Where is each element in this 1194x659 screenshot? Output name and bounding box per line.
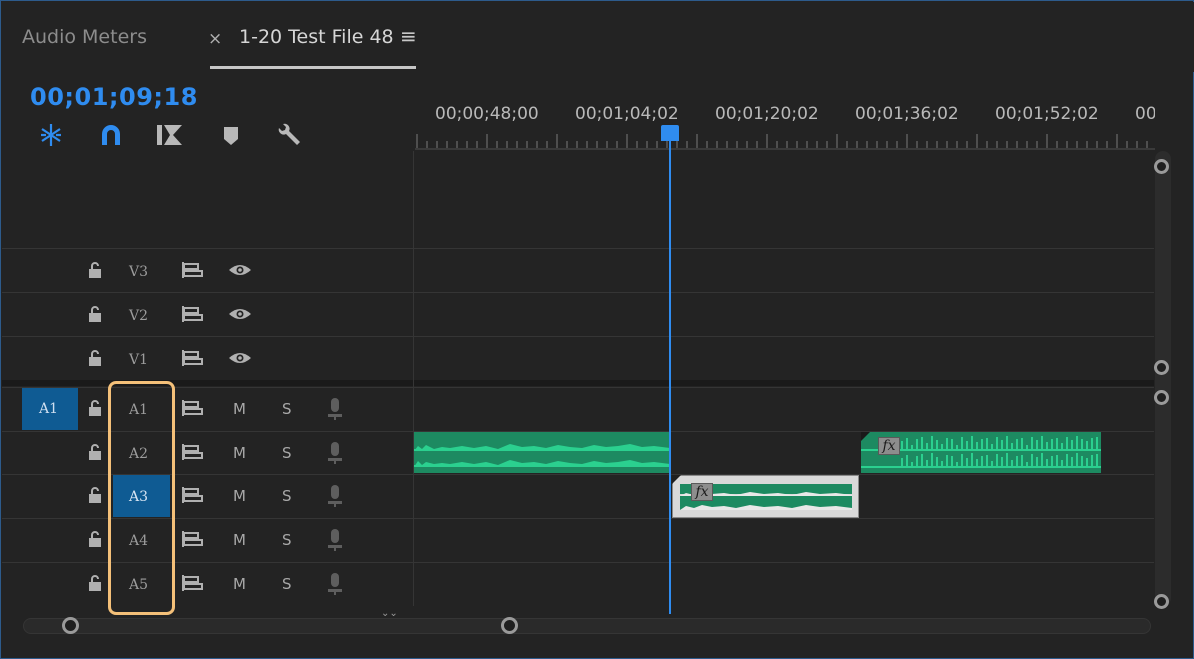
- timeline-panel: Audio Meters × 1-20 Test File 48 ≡ 00;01…: [0, 0, 1194, 659]
- track-area[interactable]: [414, 151, 1154, 606]
- mute-button[interactable]: M: [233, 575, 246, 593]
- playhead-handle[interactable]: [661, 125, 679, 141]
- fx-badge[interactable]: fx: [878, 437, 900, 455]
- track-header-v3: V3: [1, 249, 413, 293]
- fx-badge[interactable]: fx: [691, 483, 713, 501]
- lock-icon[interactable]: [87, 530, 103, 552]
- solo-button[interactable]: S: [282, 487, 292, 505]
- zoom-left-handle[interactable]: [62, 617, 79, 634]
- mute-button[interactable]: M: [233, 487, 246, 505]
- ruler-label: 00;01;20;02: [715, 104, 819, 124]
- track-header-a5: A5 M S: [1, 563, 413, 607]
- vertical-scrollbar[interactable]: [1155, 151, 1171, 606]
- tab-sequence[interactable]: 1-20 Test File 48: [239, 26, 394, 48]
- solo-button[interactable]: S: [282, 531, 292, 549]
- sync-lock-icon[interactable]: [181, 486, 205, 508]
- track-header-v2: V2: [1, 293, 413, 337]
- microphone-icon[interactable]: [327, 528, 343, 556]
- track-label[interactable]: V2: [129, 308, 148, 324]
- zoom-right-handle[interactable]: [501, 617, 518, 634]
- eye-icon[interactable]: [228, 306, 252, 326]
- audio-clip-a2-1[interactable]: [414, 432, 670, 473]
- ruler-label: 00;01;04;02: [575, 104, 679, 124]
- audio-clip-a2-2[interactable]: fx: [861, 432, 1101, 473]
- tab-audio-meters[interactable]: Audio Meters: [22, 26, 147, 48]
- track-label[interactable]: V1: [129, 352, 148, 368]
- solo-button[interactable]: S: [282, 400, 292, 418]
- audio-scroll-top-handle[interactable]: [1154, 390, 1169, 405]
- lock-icon[interactable]: [87, 349, 103, 371]
- mute-button[interactable]: M: [233, 400, 246, 418]
- ruler-ticks: [416, 134, 1148, 148]
- track-header-a1: A1 M S: [1, 388, 413, 432]
- lock-icon[interactable]: [87, 305, 103, 327]
- track-header-v1: V1: [1, 337, 413, 381]
- lock-icon[interactable]: [87, 574, 103, 596]
- ruler-label: 00;01;52;02: [995, 104, 1099, 124]
- audio-scroll-bottom-handle[interactable]: [1154, 594, 1169, 609]
- microphone-icon[interactable]: [327, 484, 343, 512]
- active-tab-underline: [210, 66, 416, 69]
- track-label[interactable]: V3: [129, 264, 148, 280]
- eye-icon[interactable]: [228, 262, 252, 282]
- chevron-down-icon[interactable]: ⌄⌄: [381, 608, 398, 619]
- microphone-icon[interactable]: [327, 441, 343, 469]
- video-scroll-bottom-handle[interactable]: [1154, 360, 1169, 375]
- linked-selection-icon[interactable]: [156, 121, 184, 149]
- track-header-a4: A4 M S: [1, 519, 413, 563]
- time-ruler[interactable]: 00;00;48;00 00;01;04;02 00;01;20;02 00;0…: [415, 96, 1155, 151]
- sync-lock-icon[interactable]: [181, 574, 205, 596]
- wrench-icon[interactable]: [275, 121, 303, 149]
- ruler-label: 00;01;36;02: [855, 104, 959, 124]
- sync-lock-icon[interactable]: [181, 530, 205, 552]
- lock-icon[interactable]: [87, 399, 103, 421]
- solo-button[interactable]: S: [282, 575, 292, 593]
- microphone-icon[interactable]: [327, 397, 343, 425]
- solo-button[interactable]: S: [282, 444, 292, 462]
- track-header-a3: A3 M S: [1, 475, 413, 519]
- mute-button[interactable]: M: [233, 531, 246, 549]
- eye-icon[interactable]: [228, 350, 252, 370]
- sync-lock-icon[interactable]: [181, 305, 205, 327]
- magnet-icon[interactable]: [97, 121, 125, 149]
- ruler-baseline: [415, 148, 1155, 150]
- panel-tab-bar: Audio Meters × 1-20 Test File 48 ≡: [2, 2, 1194, 72]
- track-targeting-highlight: [108, 381, 175, 615]
- sync-lock-icon[interactable]: [181, 349, 205, 371]
- playhead-timecode[interactable]: 00;01;09;18: [30, 83, 198, 111]
- lock-icon[interactable]: [87, 486, 103, 508]
- lock-icon[interactable]: [87, 443, 103, 465]
- tab-close-button[interactable]: ×: [208, 29, 222, 49]
- mute-button[interactable]: M: [233, 444, 246, 462]
- audio-clip-a3-selected[interactable]: fx: [672, 475, 859, 518]
- horizontal-scrollbar[interactable]: [23, 618, 1151, 634]
- sync-lock-icon[interactable]: [181, 399, 205, 421]
- ruler-label: 00: [1135, 104, 1155, 124]
- snap-icon[interactable]: [37, 121, 65, 149]
- sync-lock-icon[interactable]: [181, 443, 205, 465]
- track-header-a2: A2 M S: [1, 432, 413, 476]
- playhead-line[interactable]: [669, 141, 671, 614]
- marker-icon[interactable]: [217, 121, 245, 149]
- microphone-icon[interactable]: [327, 572, 343, 600]
- panel-menu-icon[interactable]: ≡: [400, 24, 417, 48]
- sync-lock-icon[interactable]: [181, 261, 205, 283]
- video-scroll-top-handle[interactable]: [1154, 159, 1169, 174]
- lock-icon[interactable]: [87, 261, 103, 283]
- ruler-label: 00;00;48;00: [435, 104, 539, 124]
